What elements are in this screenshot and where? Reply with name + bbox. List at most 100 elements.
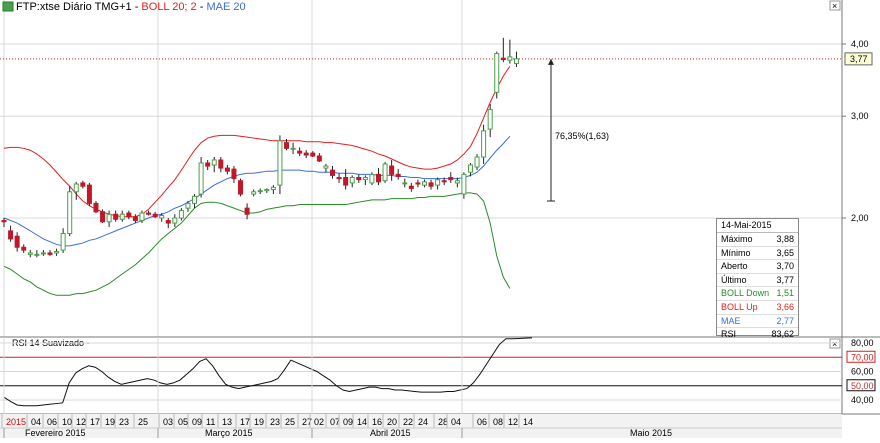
candle-up	[192, 195, 198, 204]
candle-down	[47, 252, 53, 255]
x-day-label: 22	[403, 417, 413, 427]
x-day-label: 02	[314, 417, 324, 427]
candle-up	[198, 162, 204, 195]
info-key: MAE	[721, 315, 741, 326]
info-key: Aberto	[721, 261, 748, 272]
info-value: 3,70	[776, 261, 794, 272]
candle-up	[257, 190, 263, 193]
info-key: RSI	[721, 329, 737, 340]
candle-up	[73, 183, 79, 193]
candle-down	[448, 177, 454, 181]
x-day-label: 09	[192, 417, 202, 427]
info-row: BOLL Down 1,51	[717, 287, 798, 301]
candle-up	[251, 191, 257, 195]
candle-up	[467, 164, 473, 173]
candle-up	[382, 163, 388, 182]
x-day-label: 03	[163, 417, 173, 427]
candle-up	[435, 179, 441, 186]
x-day-label: 19	[254, 417, 264, 427]
x-day-label: 12	[76, 417, 86, 427]
candle-down	[244, 207, 250, 215]
info-date: 14-Mai-2015	[717, 219, 798, 233]
x-day-label: 23	[270, 417, 280, 427]
candle-up	[264, 189, 270, 192]
candle-down	[284, 142, 290, 149]
candle-up	[40, 252, 46, 255]
info-value: 3,66	[776, 301, 794, 312]
x-day-label: 04	[451, 417, 461, 427]
rsi-tick-label: 50,00	[851, 381, 874, 391]
candle-down	[126, 212, 132, 218]
x-month-label: Abril 2015	[370, 428, 411, 438]
x-day-label: 10	[62, 417, 72, 427]
x-day-label: 08	[493, 417, 503, 427]
rsi-tick-label: 80,00	[851, 338, 874, 348]
x-day-label: 25	[138, 417, 148, 427]
candle-down	[1, 220, 7, 223]
candle-down	[80, 182, 86, 187]
candle-down	[408, 185, 414, 189]
x-day-label: 19	[105, 417, 115, 427]
candle-down	[441, 180, 447, 183]
x-month-label: Março 2015	[205, 428, 253, 438]
info-row: RSI 83,62	[717, 328, 798, 341]
y-tick-label: 4,00	[851, 39, 869, 49]
close-icon-glyph: ×	[832, 1, 837, 11]
candle-down	[303, 152, 309, 156]
candle-down	[428, 182, 434, 187]
candle-up	[421, 181, 427, 186]
candle-up	[67, 191, 73, 235]
x-day-label: 27	[302, 417, 312, 427]
rsi-close-icon-glyph: ×	[832, 339, 837, 349]
candle-down	[113, 213, 119, 220]
candle-up	[402, 182, 408, 185]
x-day-label: 20	[387, 417, 397, 427]
info-row: Máximo 3,88	[717, 233, 798, 247]
x-month-label: Maio 2015	[630, 428, 672, 438]
candle-down	[356, 177, 362, 181]
title-sep: -	[200, 1, 207, 13]
candle-up	[323, 165, 329, 169]
candle-up	[60, 233, 66, 251]
x-day-label: 14	[357, 417, 367, 427]
candle-up	[54, 251, 60, 254]
candle-up	[461, 173, 467, 195]
x-day-label: 17	[240, 417, 250, 427]
title-symbol: FTP:xtse Diário TMG+1	[16, 1, 135, 13]
chart-settings-icon[interactable]	[2, 1, 14, 12]
candle-up	[139, 212, 145, 222]
candle-down	[395, 173, 401, 177]
candle-up	[270, 186, 276, 191]
candle-down	[330, 169, 335, 176]
candle-down	[316, 155, 322, 162]
candle-down	[310, 152, 316, 157]
rsi-tick-label: 40,00	[851, 395, 874, 405]
candle-up	[454, 180, 460, 184]
candle-down	[415, 182, 421, 185]
info-value: 1,51	[776, 288, 794, 299]
current-price-label: 3,77	[850, 54, 868, 64]
x-day-label: 25	[285, 417, 295, 427]
candle-down	[86, 184, 92, 204]
y-tick-label: 2,00	[851, 213, 869, 223]
candle-down	[21, 246, 27, 251]
info-row: Aberto 3,70	[717, 260, 798, 274]
x-day-label: 16	[372, 417, 382, 427]
candle-up	[474, 156, 480, 168]
legend-mae: MAE 20	[206, 1, 245, 13]
candle-down	[100, 211, 106, 223]
x-day-label: 24	[418, 417, 428, 427]
candle-down	[93, 202, 99, 213]
info-key: Último	[721, 274, 747, 285]
candle-up	[481, 130, 487, 158]
candle-up	[487, 109, 493, 130]
x-day-label: 2015	[6, 417, 26, 427]
x-day-label: 13	[222, 417, 232, 427]
candle-down	[224, 167, 230, 172]
candle-down	[343, 177, 349, 186]
x-day-label: 14	[523, 417, 533, 427]
x-day-label: 05	[178, 417, 188, 427]
rsi-tick-label: 60,00	[851, 367, 874, 377]
candle-up	[513, 58, 519, 65]
info-row: Último 3,77	[717, 274, 798, 288]
